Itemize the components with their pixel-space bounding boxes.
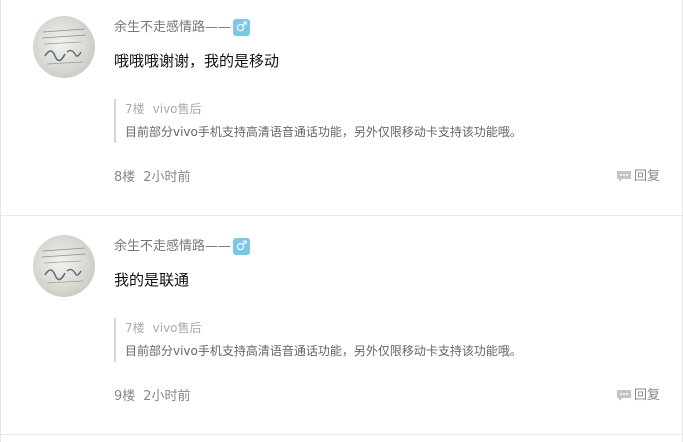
quote-author[interactable]: vivo售后: [153, 102, 202, 116]
floor-number: 9楼: [114, 389, 136, 404]
comment-content: 我的是联通: [114, 271, 190, 289]
quote-author[interactable]: vivo售后: [153, 321, 202, 335]
quote-header: 7楼 vivo售后: [125, 101, 202, 117]
avatar-image: [41, 28, 87, 65]
quote-text: 目前部分vivo手机支持高清语音通话功能，另外仅限移动卡支持该功能哦。: [125, 344, 522, 358]
reply-label: 回复: [634, 388, 661, 403]
username[interactable]: 余生不走感情路—— ♂: [114, 19, 251, 37]
quoted-reply: 7楼 vivo售后 目前部分vivo手机支持高清语音通话功能，另外仅限移动卡支持该…: [114, 99, 596, 143]
quoted-reply: 7楼 vivo售后 目前部分vivo手机支持高清语音通话功能，另外仅限移动卡支持该…: [114, 318, 596, 362]
comment-meta: 9楼 2小时前: [114, 388, 191, 405]
timestamp: 2小时前: [143, 170, 191, 185]
male-icon: ♂: [233, 19, 251, 36]
floor-number: 8楼: [114, 170, 136, 185]
comment-content: 哦哦哦谢谢，我的是移动: [114, 52, 280, 70]
reply-button[interactable]: 回复: [616, 387, 660, 405]
timestamp: 2小时前: [143, 389, 191, 404]
male-icon: ♂: [233, 238, 251, 255]
avatar-image: [41, 247, 87, 284]
avatar[interactable]: [33, 235, 95, 297]
username[interactable]: 余生不走感情路—— ♂: [114, 238, 251, 256]
comment-meta: 8楼 2小时前: [114, 169, 191, 186]
comment-bubble-icon: [616, 170, 632, 183]
username-text: 余生不走感情路——: [114, 239, 232, 254]
quote-text: 目前部分vivo手机支持高清语音通话功能，另外仅限移动卡支持该功能哦。: [125, 125, 522, 139]
reply-label: 回复: [634, 169, 661, 184]
quote-floor: 7楼: [125, 102, 145, 116]
divider: [1, 215, 682, 216]
comment-list: 余生不走感情路—— ♂ 哦哦哦谢谢，我的是移动 7楼 vivo售后 目前部分vivo…: [0, 0, 683, 442]
comment-bubble-icon: [616, 389, 632, 402]
quote-header: 7楼 vivo售后: [125, 320, 202, 336]
username-text: 余生不走感情路——: [114, 20, 232, 35]
comment-item: 余生不走感情路—— ♂ 哦哦哦谢谢，我的是移动 7楼 vivo售后 目前部分vivo…: [1, 0, 682, 219]
comment-item: 余生不走感情路—— ♂ 我的是联通 7楼 vivo售后 目前部分vivo手机支持高清…: [1, 219, 682, 438]
quote-floor: 7楼: [125, 321, 145, 335]
reply-button[interactable]: 回复: [616, 168, 660, 186]
divider: [1, 434, 682, 435]
avatar[interactable]: [33, 16, 95, 78]
